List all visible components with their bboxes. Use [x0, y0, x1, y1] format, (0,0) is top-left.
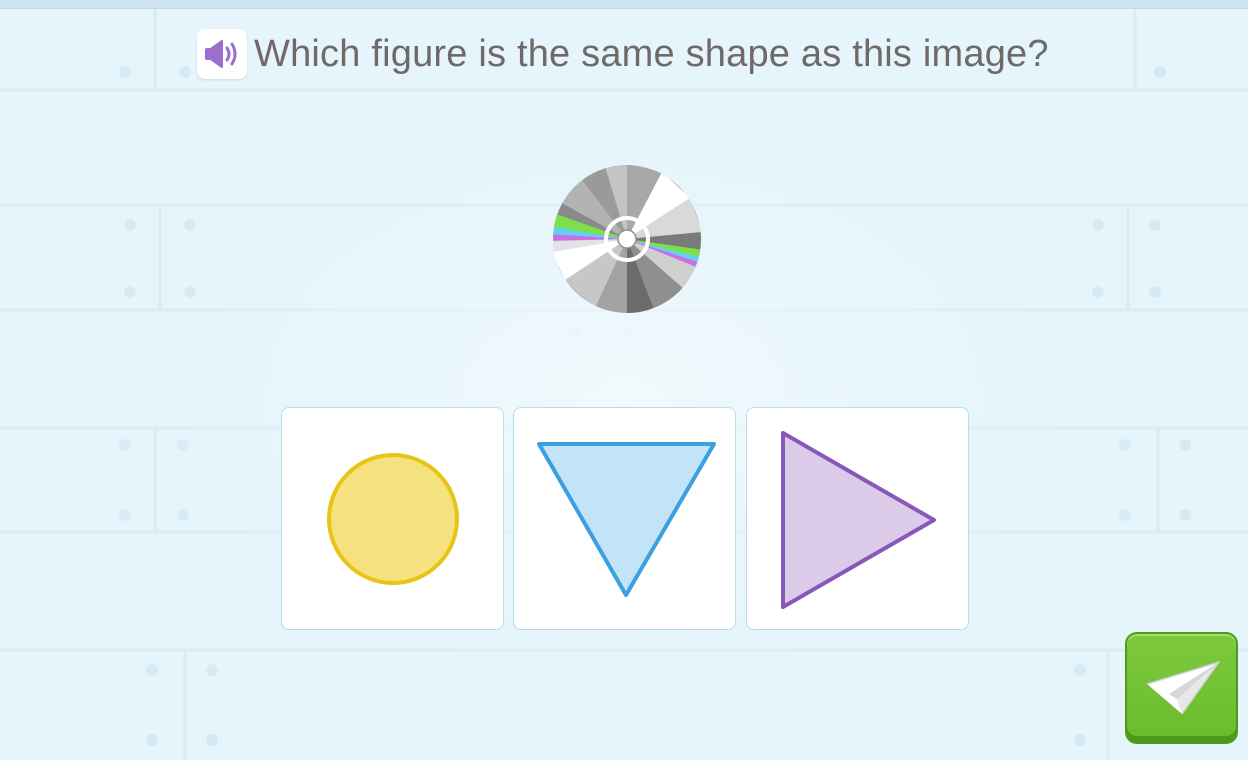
question-row: Which figure is the same shape as this i…	[197, 28, 1049, 80]
paper-plane-icon	[1146, 661, 1220, 715]
choice-down-triangle-card[interactable]	[513, 407, 736, 630]
compact-disc-icon	[553, 165, 701, 313]
choice-right-triangle-card[interactable]	[746, 407, 969, 630]
circle-shape-outline	[327, 453, 459, 585]
circle-shape	[327, 453, 459, 585]
right-triangle-outline	[781, 431, 936, 609]
choice-circle-card[interactable]	[281, 407, 504, 630]
top-border	[0, 0, 1248, 9]
activity-stage: Which figure is the same shape as this i…	[0, 0, 1248, 760]
submit-button[interactable]	[1125, 632, 1238, 744]
speaker-icon	[205, 40, 237, 68]
down-triangle-outline	[537, 442, 716, 597]
question-text: Which figure is the same shape as this i…	[254, 32, 1049, 75]
right-triangle-shape	[781, 431, 936, 609]
wood-plank-background	[0, 0, 1248, 760]
down-triangle-shape	[537, 442, 716, 597]
audio-button[interactable]	[197, 29, 247, 79]
